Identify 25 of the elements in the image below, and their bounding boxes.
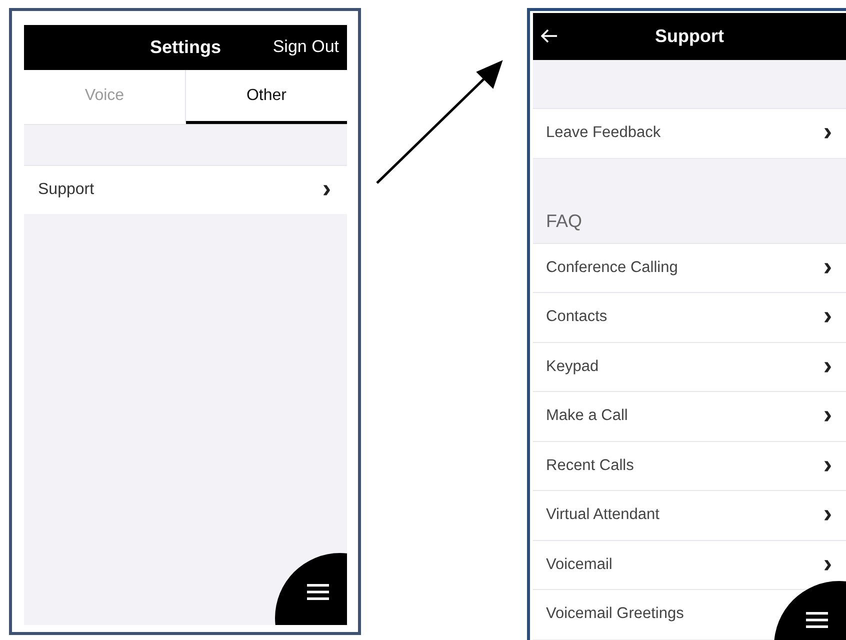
list-item[interactable]: Conference Calling › — [533, 242, 846, 292]
back-arrow-icon[interactable] — [541, 29, 557, 43]
screen-title: Settings — [150, 37, 221, 58]
list-item[interactable]: Virtual Attendant › — [533, 490, 846, 540]
sign-out-link[interactable]: Sign Out — [272, 37, 339, 57]
chevron-icon: › — [823, 118, 832, 144]
menu-icon — [806, 612, 828, 628]
chevron-icon: › — [823, 252, 832, 279]
list-item[interactable]: Recent Calls › — [533, 440, 846, 490]
list-item[interactable]: Contacts › — [533, 292, 846, 342]
chevron-icon: › — [823, 450, 832, 477]
chevron-icon: › — [823, 302, 832, 328]
section-heading: FAQ — [546, 210, 582, 232]
chevron-icon: › — [322, 175, 331, 201]
chevron-icon: › — [823, 352, 832, 378]
menu-icon — [307, 584, 329, 600]
list-item[interactable]: Make a Call › — [533, 391, 846, 440]
chevron-icon: › — [823, 401, 832, 428]
list-item[interactable]: Leave Feedback › — [533, 108, 846, 158]
screen-title: Support — [655, 26, 724, 47]
chevron-icon: › — [823, 500, 832, 526]
list-item[interactable]: Keypad › — [533, 342, 846, 391]
list-item[interactable]: Voicemail › — [533, 540, 846, 589]
list-item[interactable]: Support › — [24, 165, 347, 214]
chevron-icon: › — [823, 550, 832, 576]
